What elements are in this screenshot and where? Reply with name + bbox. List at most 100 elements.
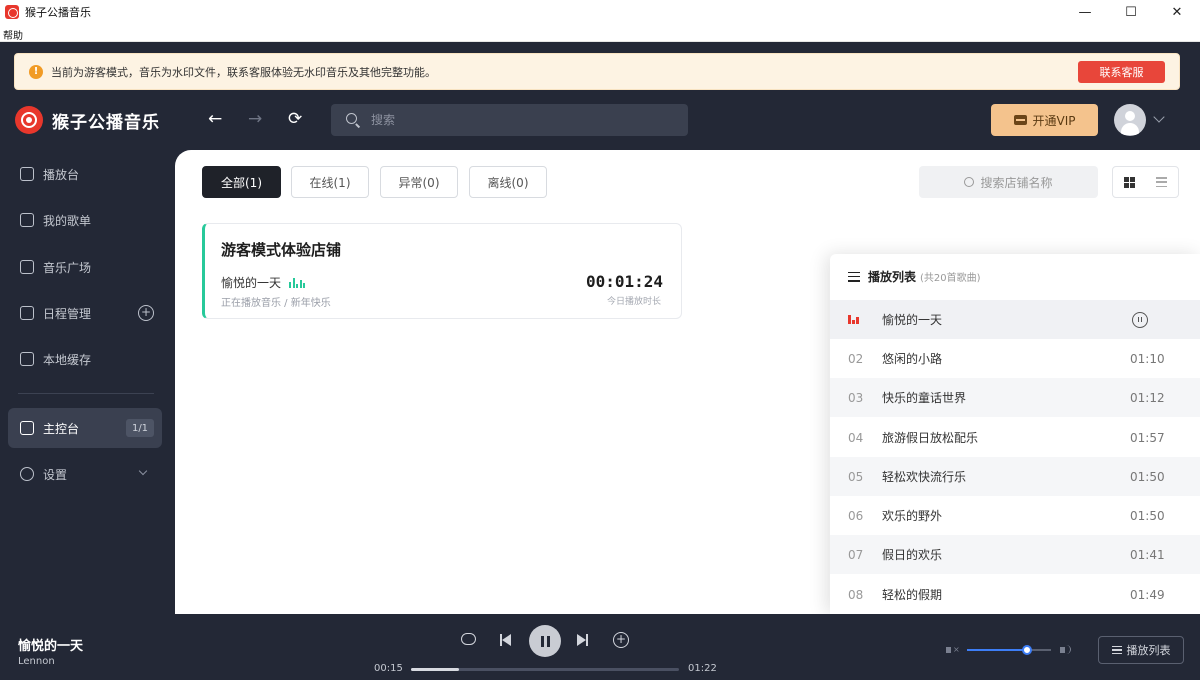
sidebar-item-label: 我的歌单 xyxy=(43,213,92,228)
add-schedule-icon[interactable]: + xyxy=(138,305,154,321)
volume-knob[interactable] xyxy=(1021,645,1032,655)
tab-abnormal[interactable]: 异常(0) xyxy=(380,166,458,198)
open-vip-button[interactable]: 开通VIP xyxy=(991,104,1098,136)
playlist-icon xyxy=(20,213,34,227)
playlist-row[interactable]: 06 欢乐的野外 01:50 xyxy=(830,496,1200,535)
download-icon xyxy=(20,352,34,366)
window-title: 猴子公播音乐 xyxy=(25,6,91,19)
maximize-button[interactable]: ☐ xyxy=(1108,0,1154,24)
refresh-icon[interactable]: ⟳ xyxy=(288,109,302,129)
sidebar-item-master-console[interactable]: 主控台 1/1 xyxy=(8,408,162,448)
song-name: 轻松欢快流行乐 xyxy=(882,470,967,484)
pause-circle-icon[interactable] xyxy=(1132,311,1148,328)
song-name: 旅游假日放松配乐 xyxy=(882,431,979,445)
volume-up-icon[interactable] xyxy=(1060,644,1072,656)
warning-icon: ! xyxy=(29,64,43,79)
volume-slider[interactable] xyxy=(967,645,1051,655)
search-input[interactable] xyxy=(371,113,671,127)
sidebar-item-label: 设置 xyxy=(43,467,68,482)
sidebar-item-my-playlists[interactable]: 我的歌单 xyxy=(8,200,162,240)
sidebar-item-music-plaza[interactable]: 音乐广场 xyxy=(8,247,162,287)
store-song-title: 愉悦的一天 xyxy=(221,276,282,290)
playlist-row[interactable]: 04 旅游假日放松配乐 01:57 xyxy=(830,418,1200,457)
store-current-song: 愉悦的一天 xyxy=(221,274,306,291)
window-controls: — ☐ ✕ xyxy=(1062,0,1200,24)
playlist-count: (共20首歌曲) xyxy=(920,273,981,284)
progress-bar[interactable] xyxy=(411,668,679,671)
volume-mute-icon[interactable]: × xyxy=(946,644,960,656)
sidebar-item-local-cache[interactable]: 本地缓存 xyxy=(8,339,162,379)
minimize-button[interactable]: — xyxy=(1062,0,1108,24)
player-bar: 愉悦的一天 Lennon + 00:15 01:22 × 播放列表 xyxy=(0,614,1200,680)
total-time: 01:22 xyxy=(688,663,717,674)
store-search-input[interactable]: 搜索店铺名称 xyxy=(919,166,1098,198)
store-card[interactable]: 游客模式体验店铺 愉悦的一天 正在播放音乐 / 新年快乐 00:01:24 今日… xyxy=(202,223,682,319)
song-name: 轻松的假期 xyxy=(882,588,943,602)
home-icon xyxy=(20,167,34,181)
sidebar-item-settings[interactable]: 设置 xyxy=(8,454,162,494)
song-name: 欢乐的野外 xyxy=(882,509,943,523)
playlist-row[interactable]: 03 快乐的童话世界 01:12 xyxy=(830,378,1200,417)
search-icon xyxy=(345,112,361,128)
global-search[interactable] xyxy=(331,104,688,136)
now-playing-artist: Lennon xyxy=(18,656,55,667)
playing-indicator xyxy=(830,315,882,324)
back-arrow-icon[interactable]: ← xyxy=(208,109,222,129)
title-bar: 猴子公播音乐 — ☐ ✕ xyxy=(0,0,1200,24)
sidebar-item-label: 播放台 xyxy=(43,167,80,182)
monitor-icon xyxy=(20,421,34,435)
playlist-row[interactable]: 08 轻松的假期 01:49 xyxy=(830,575,1200,614)
chevron-down-icon xyxy=(138,466,148,476)
contact-support-button[interactable]: 联系客服 xyxy=(1078,61,1165,83)
sidebar-item-label: 本地缓存 xyxy=(43,352,92,367)
chevron-down-icon[interactable] xyxy=(1153,111,1165,123)
equalizer-icon xyxy=(848,315,882,324)
store-status: 正在播放音乐 / 新年快乐 xyxy=(221,298,331,309)
playlist-row-current[interactable]: 愉悦的一天 xyxy=(830,300,1200,339)
tab-offline[interactable]: 离线(0) xyxy=(469,166,547,198)
playlist-button-label: 播放列表 xyxy=(1126,644,1171,657)
next-track-icon[interactable] xyxy=(577,634,589,646)
equalizer-icon xyxy=(289,277,306,288)
sidebar-item-schedule[interactable]: 日程管理 + xyxy=(8,293,162,333)
list-view-icon[interactable] xyxy=(1146,167,1179,197)
previous-track-icon[interactable] xyxy=(500,634,512,646)
song-name: 假日的欢乐 xyxy=(882,548,943,562)
close-button[interactable]: ✕ xyxy=(1154,0,1200,24)
progress-fill xyxy=(411,668,460,671)
track-number: 06 xyxy=(848,508,864,523)
current-time: 00:15 xyxy=(374,663,403,674)
sidebar-item-play-console[interactable]: 播放台 xyxy=(8,154,162,194)
song-name: 快乐的童话世界 xyxy=(882,391,967,405)
playlist-row[interactable]: 05 轻松欢快流行乐 01:50 xyxy=(830,457,1200,496)
playlist-button[interactable]: 播放列表 xyxy=(1098,636,1184,664)
playlist-header: 播放列表 (共20首歌曲) xyxy=(830,254,1200,299)
search-icon xyxy=(964,177,975,187)
forward-arrow-icon[interactable]: → xyxy=(248,109,262,129)
add-to-playlist-icon[interactable]: + xyxy=(613,632,629,648)
user-avatar[interactable] xyxy=(1114,104,1146,136)
vip-card-icon xyxy=(1013,115,1027,125)
song-name: 悠闲的小路 xyxy=(882,352,943,366)
grid-view-icon[interactable] xyxy=(1113,167,1146,197)
now-playing-title: 愉悦的一天 xyxy=(18,639,84,654)
playlist-row[interactable]: 02 悠闲的小路 01:10 xyxy=(830,339,1200,378)
list-icon xyxy=(848,271,860,282)
song-duration: 01:41 xyxy=(1130,547,1165,562)
loop-icon[interactable] xyxy=(461,633,476,645)
volume-fill xyxy=(967,649,1027,651)
pause-button[interactable] xyxy=(529,625,561,657)
song-duration: 01:50 xyxy=(1130,469,1165,484)
gear-icon xyxy=(20,467,34,481)
tab-online[interactable]: 在线(1) xyxy=(291,166,369,198)
song-name: 愉悦的一天 xyxy=(882,313,943,327)
sidebar-item-label: 日程管理 xyxy=(43,306,92,321)
guest-notice-banner: ! 当前为游客模式，音乐为水印文件，联系客服体验无水印音乐及其他完整功能。 联系… xyxy=(14,53,1180,90)
console-count-badge: 1/1 xyxy=(126,419,154,437)
menu-bar: 帮助 xyxy=(0,24,1200,42)
playlist-row[interactable]: 07 假日的欢乐 01:41 xyxy=(830,535,1200,574)
song-duration: 01:50 xyxy=(1130,508,1165,523)
track-number: 07 xyxy=(848,547,864,562)
menu-help[interactable]: 帮助 xyxy=(0,31,23,42)
tab-all[interactable]: 全部(1) xyxy=(202,166,281,198)
